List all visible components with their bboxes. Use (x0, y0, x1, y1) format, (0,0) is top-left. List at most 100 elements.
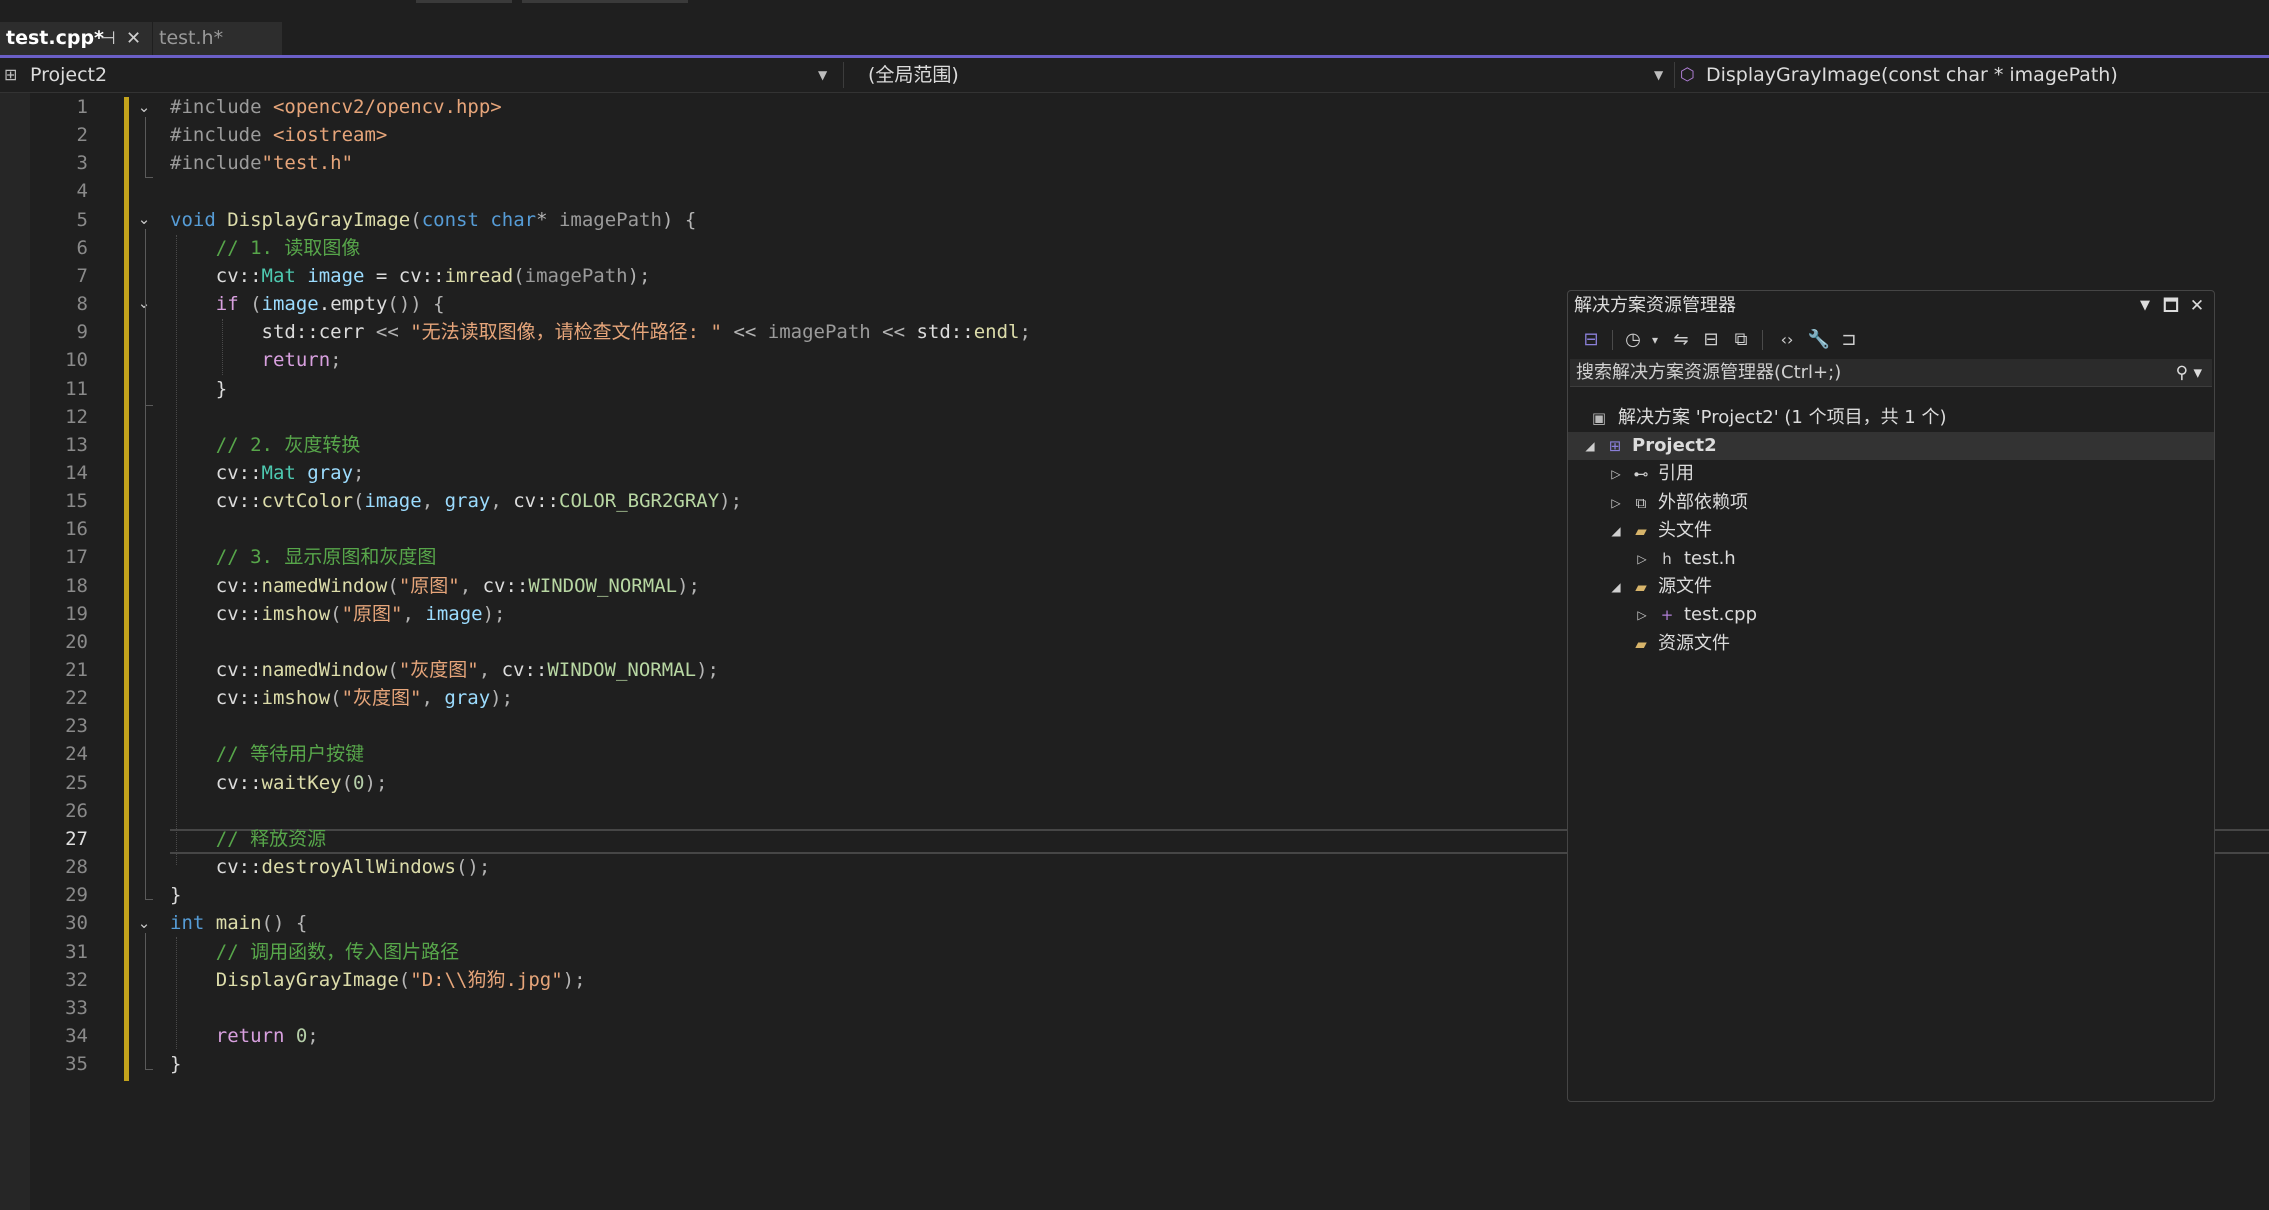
expand-arrow-icon[interactable]: ▷ (1634, 601, 1650, 629)
code-line[interactable]: } (170, 1050, 181, 1078)
collapse-arrow-icon[interactable]: ◢ (1608, 573, 1624, 601)
code-line[interactable]: cv::namedWindow("原图", cv::WINDOW_NORMAL)… (170, 572, 700, 600)
collapse-arrow-icon[interactable]: ◢ (1582, 432, 1598, 460)
view-code-icon[interactable]: ‹› (1774, 327, 1800, 353)
tree-item[interactable]: ◢ ▰ 头文件 (1568, 517, 2214, 545)
scope-dropdown[interactable]: (全局范围) ▼ (866, 61, 1668, 89)
code-line[interactable]: // 2. 灰度转换 (170, 431, 361, 459)
line-number: 8 (76, 293, 88, 315)
code-line[interactable]: return; (170, 346, 342, 374)
code-line[interactable]: // 等待用户按键 (170, 740, 364, 768)
code-line[interactable]: cv::waitKey(0); (170, 769, 388, 797)
code-token: // 2. 灰度转换 (215, 434, 361, 456)
code-token: // 3. 显示原图和灰度图 (215, 546, 437, 568)
editor-margin (0, 93, 30, 1210)
code-token: 0 (295, 1025, 308, 1047)
code-line[interactable]: std::cerr << "无法读取图像，请检查文件路径: " << image… (170, 318, 1031, 346)
pin-icon[interactable]: ⊣ (100, 22, 116, 55)
code-token: imread (444, 265, 514, 287)
code-token: ); (490, 687, 514, 709)
code-line[interactable]: #include <opencv2/opencv.hpp> (170, 93, 502, 121)
code-line[interactable]: // 3. 显示原图和灰度图 (170, 543, 437, 571)
solution-search-input[interactable]: 搜索解决方案资源管理器(Ctrl+;) ⚲ ▾ (1570, 359, 2212, 387)
properties-wrench-icon[interactable]: 🔧 (1806, 327, 1832, 353)
code-token: "原图" (341, 603, 403, 625)
tree-item[interactable]: ▷ + test.cpp (1568, 601, 2214, 629)
code-token: .empty (318, 293, 388, 315)
fold-toggle-icon[interactable]: ⌄ (134, 289, 154, 317)
member-dropdown[interactable]: ⬡ DisplayGrayImage(const char * imagePat… (1680, 61, 2265, 89)
code-line[interactable]: #include"test.h" (170, 149, 353, 177)
code-line[interactable]: DisplayGrayImage("D:\\狗狗.jpg"); (170, 966, 586, 994)
code-token: Mat (261, 265, 308, 287)
search-icon[interactable]: ⚲ ▾ (2176, 359, 2202, 387)
code-line[interactable]: // 释放资源 (170, 825, 326, 853)
code-token: cv:: (170, 687, 262, 709)
tree-item[interactable]: ▰ 资源文件 (1568, 630, 2214, 658)
code-line[interactable]: cv::cvtColor(image, gray, cv::COLOR_BGR2… (170, 487, 742, 515)
sync-with-document-icon[interactable]: ⇋ (1668, 327, 1694, 353)
close-icon[interactable]: ✕ (126, 22, 141, 55)
code-token: return (261, 349, 331, 371)
project-icon: ⊞ (4, 65, 18, 84)
preview-selected-icon[interactable]: ⊐ (1836, 327, 1862, 353)
method-cube-icon: ⬡ (1680, 65, 1695, 85)
line-number: 4 (76, 180, 88, 202)
code-line[interactable]: cv::imshow("原图", image); (170, 600, 506, 628)
close-icon[interactable]: ✕ (2186, 291, 2208, 321)
chevron-down-icon: ▼ (1654, 68, 1664, 82)
fold-toggle-icon[interactable]: ⌄ (134, 909, 154, 937)
code-line[interactable]: // 调用函数，传入图片路径 (170, 938, 459, 966)
code-line[interactable]: return 0; (170, 1022, 319, 1050)
tab-test-h[interactable]: test.h* (152, 22, 282, 55)
code-line[interactable]: void DisplayGrayImage(const char* imageP… (170, 206, 696, 234)
code-token: "D:\\狗狗.jpg" (410, 969, 563, 991)
code-line[interactable]: if (image.empty()) { (170, 290, 445, 318)
collapse-arrow-icon[interactable]: ◢ (1608, 517, 1624, 545)
tab-test-cpp[interactable]: test.cpp* ⊣ ✕ (0, 22, 152, 55)
code-token: ( (330, 603, 342, 625)
tree-item[interactable]: ▷ ⊷ 引用 (1568, 460, 2214, 488)
indent-guide (176, 235, 177, 865)
fold-toggle-icon[interactable]: ⌄ (134, 93, 154, 121)
line-number: 33 (65, 997, 88, 1019)
expand-arrow-icon[interactable]: ▷ (1608, 460, 1624, 488)
code-token: cv:: (170, 462, 262, 484)
window-position-dropdown-icon[interactable]: ▼ (2134, 291, 2156, 321)
code-line[interactable]: cv::imshow("灰度图", gray); (170, 684, 513, 712)
code-line[interactable]: } (170, 375, 227, 403)
tree-item[interactable]: ▷ h test.h (1568, 545, 2214, 573)
code-line[interactable]: cv::Mat image = cv::imread(imagePath); (170, 262, 651, 290)
code-token: WINDOW_NORMAL (547, 659, 697, 681)
line-number: 27 (65, 828, 88, 850)
tree-item[interactable]: ◢ ▰ 源文件 (1568, 573, 2214, 601)
expand-arrow-icon[interactable]: ▷ (1608, 489, 1624, 517)
show-all-files-icon[interactable]: ⧉ (1728, 327, 1754, 353)
tree-item[interactable]: ▣ 解决方案 'Project2' (1 个项目，共 1 个) (1568, 404, 2214, 432)
code-token: ( (387, 659, 399, 681)
code-line[interactable]: int main() { (170, 909, 307, 937)
tree-item[interactable]: ▷ ⧉ 外部依赖项 (1568, 489, 2214, 517)
code-token: // 等待用户按键 (215, 743, 365, 765)
fold-toggle-icon[interactable]: ⌄ (134, 205, 154, 233)
code-token: #include (170, 96, 273, 118)
code-line[interactable]: } (170, 881, 181, 909)
panel-title-bar[interactable]: 解决方案资源管理器 ▼ 🗖 ✕ (1568, 291, 2214, 321)
line-number: 6 (76, 237, 88, 259)
collapse-all-icon[interactable]: ⊟ (1698, 327, 1724, 353)
maximize-icon[interactable]: 🗖 (2160, 291, 2182, 321)
switch-views-icon[interactable]: ⊟ (1578, 327, 1604, 353)
code-line[interactable]: cv::Mat gray; (170, 459, 365, 487)
code-token: , (402, 603, 426, 625)
code-line[interactable]: cv::namedWindow("灰度图", cv::WINDOW_NORMAL… (170, 656, 719, 684)
line-number: 5 (76, 209, 88, 231)
chevron-down-icon[interactable]: ▾ (1642, 327, 1668, 353)
code-line[interactable]: #include <iostream> (170, 121, 387, 149)
expand-arrow-icon[interactable]: ▷ (1634, 545, 1650, 573)
code-token: cv:: (170, 659, 262, 681)
tree-item[interactable]: ◢ ⊞ Project2 (1568, 432, 2214, 460)
project-dropdown[interactable]: ⊞ Project2 ▼ (4, 61, 834, 89)
code-token: (); (455, 856, 491, 878)
code-line[interactable]: cv::destroyAllWindows(); (170, 853, 491, 881)
code-line[interactable]: // 1. 读取图像 (170, 234, 361, 262)
